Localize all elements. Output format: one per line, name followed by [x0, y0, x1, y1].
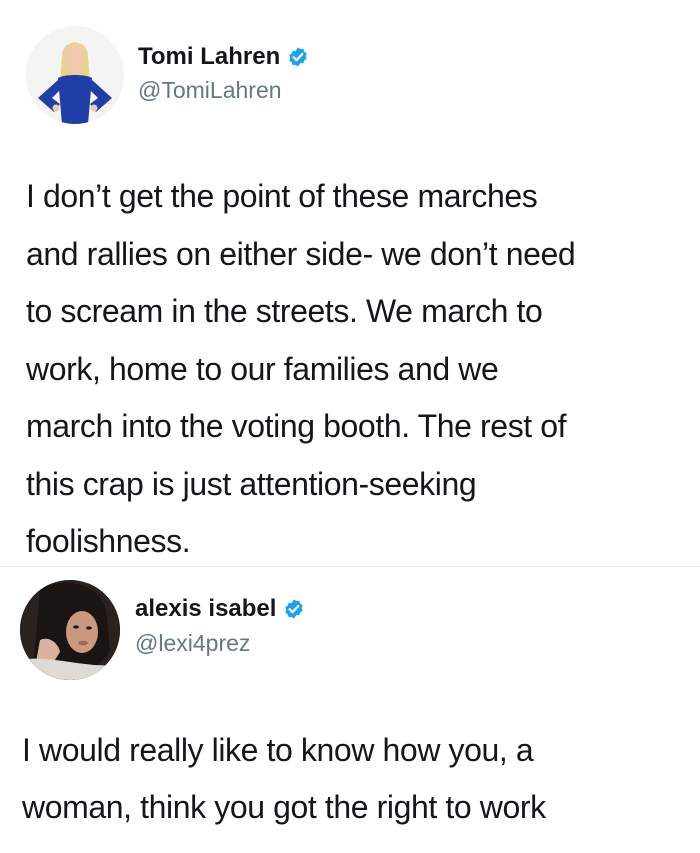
avatar[interactable] — [26, 26, 124, 124]
tweet-card: alexis isabel @lexi4prez I would really … — [0, 567, 700, 853]
tweet-text-line: foolishness. — [26, 523, 191, 559]
tweet-text-line: to scream in the streets. We march to — [26, 293, 543, 329]
tweet-text-line: I don’t get the point of these marches — [26, 178, 538, 214]
tweet-text: I would really like to know how you, a w… — [22, 722, 692, 836]
verified-badge-icon — [283, 598, 305, 620]
user-name-row: alexis isabel — [135, 594, 305, 624]
display-name[interactable]: Tomi Lahren — [138, 42, 280, 72]
user-handle[interactable]: @TomiLahren — [138, 76, 282, 104]
avatar[interactable] — [20, 580, 120, 680]
user-name-row: Tomi Lahren — [138, 42, 309, 72]
user-handle[interactable]: @lexi4prez — [135, 629, 250, 657]
tweet-text-line: work, home to our families and we — [26, 350, 499, 387]
tweet-text-line: march into the voting booth. The rest of — [26, 408, 567, 444]
tweet-text-line: woman, think you got the right to work — [22, 789, 546, 825]
display-name[interactable]: alexis isabel — [135, 594, 276, 624]
tweet-text-line: and rallies on either side- we don’t nee… — [26, 235, 576, 272]
avatar-photo-icon — [26, 26, 124, 124]
tweet-card: Tomi Lahren @TomiLahren I don’t get the … — [0, 0, 700, 566]
tweet-text: I don’t get the point of these marches a… — [26, 168, 686, 571]
tweet-text-line: this crap is just attention-seeking — [26, 465, 477, 502]
verified-badge-icon — [287, 46, 309, 68]
tweet-text-line: I would really like to know how you, a — [22, 732, 534, 768]
avatar-photo-icon — [20, 580, 120, 680]
